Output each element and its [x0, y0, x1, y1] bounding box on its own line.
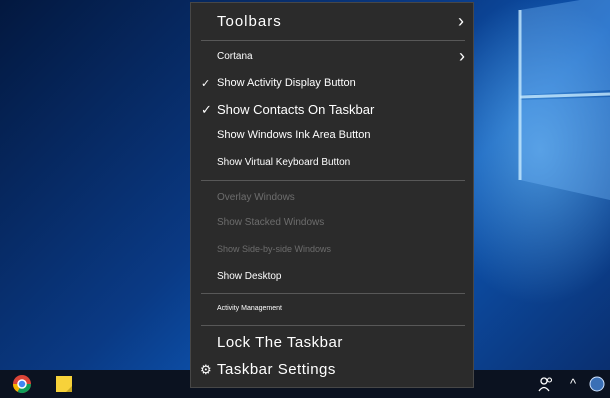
- chrome-icon[interactable]: [12, 374, 32, 394]
- taskbar-context-menu: Toolbars › Cortana › ✓ Show Activity Dis…: [190, 2, 474, 388]
- menu-item-taskbar-settings[interactable]: ⚙ Taskbar Settings: [191, 361, 473, 383]
- menu-separator: [201, 293, 465, 294]
- network-icon[interactable]: [588, 374, 606, 394]
- menu-separator: [201, 40, 465, 41]
- menu-item-label: Lock The Taskbar: [217, 334, 343, 351]
- check-icon: ✓: [201, 78, 211, 90]
- people-icon[interactable]: [538, 374, 554, 394]
- menu-item-toolbars[interactable]: Toolbars ›: [191, 11, 473, 37]
- chevron-right-icon: ›: [458, 11, 465, 31]
- menu-item-label: Toolbars: [217, 13, 282, 30]
- menu-item-label: Show Side-by-side Windows: [217, 244, 332, 254]
- menu-item-show-side-by-side-windows: Show Side-by-side Windows: [191, 244, 473, 260]
- menu-item-overlay-windows: Overlay Windows: [191, 192, 473, 208]
- menu-item-activity-management[interactable]: Activity Management: [191, 305, 473, 319]
- menu-item-label: Show Windows Ink Area Button: [217, 129, 371, 141]
- menu-item-show-windows-ink-area-button[interactable]: Show Windows Ink Area Button: [191, 129, 473, 147]
- menu-item-label: Show Activity Display Button: [217, 77, 356, 89]
- menu-item-label: Taskbar Settings: [217, 361, 336, 378]
- menu-item-show-desktop[interactable]: Show Desktop: [191, 271, 473, 287]
- show-hidden-icons-chevron-icon[interactable]: ^: [570, 376, 576, 391]
- windows-logo-wallpaper: [518, 0, 610, 200]
- menu-item-label: Show Desktop: [217, 271, 282, 282]
- menu-item-label: Show Stacked Windows: [217, 217, 325, 228]
- menu-item-show-virtual-keyboard-button[interactable]: Show Virtual Keyboard Button: [191, 157, 473, 175]
- menu-item-label: Overlay Windows: [217, 192, 295, 203]
- gear-icon: ⚙: [200, 362, 213, 377]
- chevron-right-icon: ›: [459, 46, 465, 66]
- menu-item-show-activity-display-button[interactable]: ✓ Show Activity Display Button: [191, 77, 473, 95]
- menu-item-lock-the-taskbar[interactable]: Lock The Taskbar: [191, 334, 473, 356]
- menu-item-label: Cortana: [217, 51, 253, 62]
- menu-item-label: Activity Management: [217, 305, 282, 312]
- sticky-notes-icon[interactable]: [54, 374, 74, 394]
- menu-separator: [201, 180, 465, 181]
- menu-separator: [201, 325, 465, 326]
- menu-item-label: Show Virtual Keyboard Button: [217, 157, 351, 168]
- menu-item-cortana[interactable]: Cortana ›: [191, 46, 473, 69]
- menu-item-show-contacts-on-taskbar[interactable]: ✓ Show Contacts On Taskbar: [191, 102, 473, 122]
- menu-item-show-stacked-windows: Show Stacked Windows: [191, 217, 473, 233]
- menu-item-label: Show Contacts On Taskbar: [217, 102, 375, 117]
- check-icon: ✓: [201, 102, 212, 117]
